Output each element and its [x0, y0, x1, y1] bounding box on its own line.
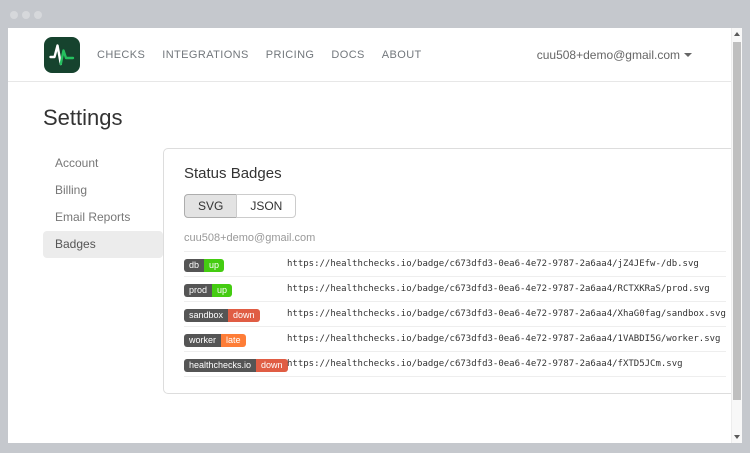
badge-row: sandboxdown https://healthchecks.io/badg…	[184, 302, 726, 327]
badge-url[interactable]: https://healthchecks.io/badge/c673dfd3-0…	[287, 359, 683, 369]
badge-status: up	[212, 284, 232, 297]
badge-name: worker	[184, 334, 221, 347]
nav-about[interactable]: ABOUT	[382, 49, 422, 61]
badge-row: produp https://healthchecks.io/badge/c67…	[184, 277, 726, 302]
badge-status: late	[221, 334, 246, 347]
settings-sidebar: Account Billing Email Reports Badges	[43, 148, 163, 258]
nav-checks[interactable]: CHECKS	[97, 49, 145, 61]
page-title: Settings	[43, 105, 742, 131]
scroll-up-icon[interactable]	[732, 28, 742, 40]
project-group-label: cuu508+demo@gmail.com	[184, 232, 726, 252]
panel-title: Status Badges	[184, 165, 726, 182]
status-badge: healthchecks.iodown	[184, 359, 288, 372]
badge-url[interactable]: https://healthchecks.io/badge/c673dfd3-0…	[287, 259, 699, 269]
sidebar-item-billing[interactable]: Billing	[43, 177, 163, 204]
badge-name: db	[184, 259, 204, 272]
badge-row: healthchecks.iodown https://healthchecks…	[184, 352, 726, 377]
svg-format-button[interactable]: SVG	[184, 194, 237, 218]
account-dropdown[interactable]: cuu508+demo@gmail.com	[537, 48, 692, 62]
badge-url[interactable]: https://healthchecks.io/badge/c673dfd3-0…	[287, 334, 720, 344]
nav-integrations[interactable]: INTEGRATIONS	[162, 49, 249, 61]
status-badge: produp	[184, 284, 232, 297]
vertical-scrollbar[interactable]	[731, 28, 742, 443]
badge-url[interactable]: https://healthchecks.io/badge/c673dfd3-0…	[287, 284, 710, 294]
badge-name: sandbox	[184, 309, 228, 322]
json-format-button[interactable]: JSON	[236, 194, 296, 218]
badge-name: prod	[184, 284, 212, 297]
badge-status: down	[256, 359, 288, 372]
status-badge: workerlate	[184, 334, 246, 347]
badge-row: dbup https://healthchecks.io/badge/c673d…	[184, 252, 726, 277]
top-navbar: CHECKS INTEGRATIONS PRICING DOCS ABOUT c…	[8, 28, 742, 82]
status-badges-panel: Status Badges SVG JSON cuu508+demo@gmail…	[163, 148, 742, 394]
sidebar-item-email-reports[interactable]: Email Reports	[43, 204, 163, 231]
sidebar-item-account[interactable]: Account	[43, 150, 163, 177]
badge-status: down	[228, 309, 260, 322]
format-toggle: SVG JSON	[184, 194, 296, 218]
scrollbar-thumb[interactable]	[733, 42, 741, 400]
badge-url[interactable]: https://healthchecks.io/badge/c673dfd3-0…	[287, 309, 726, 319]
browser-viewport: CHECKS INTEGRATIONS PRICING DOCS ABOUT c…	[8, 28, 742, 443]
nav-links: CHECKS INTEGRATIONS PRICING DOCS ABOUT	[97, 49, 439, 61]
window-dot[interactable]	[34, 11, 42, 19]
nav-pricing[interactable]: PRICING	[266, 49, 315, 61]
chevron-down-icon	[684, 53, 692, 57]
status-badge: sandboxdown	[184, 309, 260, 322]
badge-row: workerlate https://healthchecks.io/badge…	[184, 327, 726, 352]
badge-status: up	[204, 259, 224, 272]
scroll-down-icon[interactable]	[732, 431, 742, 443]
window-dot[interactable]	[22, 11, 30, 19]
window-controls[interactable]	[10, 11, 42, 19]
badge-name: healthchecks.io	[184, 359, 256, 372]
healthchecks-logo-icon[interactable]	[44, 37, 80, 73]
status-badge: dbup	[184, 259, 224, 272]
window-dot[interactable]	[10, 11, 18, 19]
sidebar-item-badges[interactable]: Badges	[43, 231, 163, 258]
nav-docs[interactable]: DOCS	[331, 49, 364, 61]
window-titlebar[interactable]	[0, 0, 750, 28]
account-email: cuu508+demo@gmail.com	[537, 48, 680, 62]
